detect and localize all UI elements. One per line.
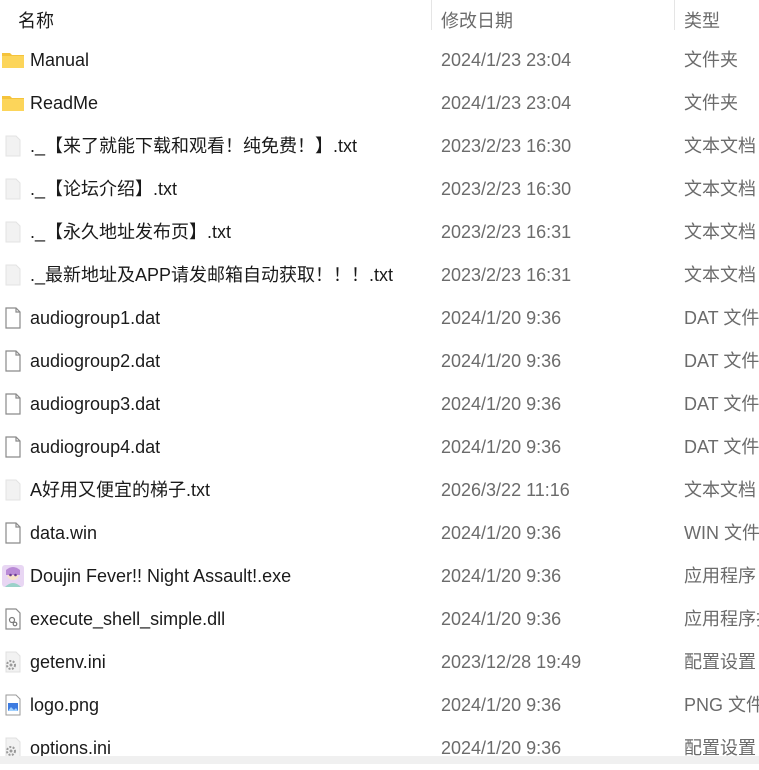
generic-file-icon (1, 307, 25, 329)
file-row[interactable]: data.win 2024/1/20 9:36 WIN 文件 (0, 512, 759, 555)
column-header-name[interactable]: 名称 (18, 0, 54, 31)
file-date-modified: 2024/1/20 9:36 (441, 308, 562, 328)
text-file-icon (1, 221, 25, 243)
file-name: data.win (30, 523, 98, 543)
file-type: 文件夹 (684, 50, 738, 70)
text-file-icon (1, 479, 25, 501)
file-row[interactable]: audiogroup2.dat 2024/1/20 9:36 DAT 文件 (0, 340, 759, 383)
file-type: DAT 文件 (684, 308, 759, 328)
generic-file-icon (1, 522, 25, 544)
image-file-icon (1, 694, 25, 716)
generic-file-icon (1, 393, 25, 415)
file-type: 文本文档 (684, 179, 756, 199)
file-date-modified: 2024/1/20 9:36 (441, 437, 562, 457)
file-date-modified: 2024/1/20 9:36 (441, 394, 562, 414)
file-date-modified: 2024/1/20 9:36 (441, 351, 562, 371)
file-row[interactable]: ._最新地址及APP请发邮箱自动获取！！！.txt 2023/2/23 16:31… (0, 254, 759, 297)
file-name: ._最新地址及APP请发邮箱自动获取！！！.txt (30, 265, 394, 285)
file-type: DAT 文件 (684, 437, 759, 457)
text-file-icon (1, 178, 25, 200)
file-row[interactable]: Manual 2024/1/23 23:04 文件夹 (0, 39, 759, 82)
column-header-date-modified[interactable]: 修改日期 (441, 0, 513, 31)
file-name: execute_shell_simple.dll (30, 609, 226, 629)
file-row[interactable]: ._【来了就能下载和观看！纯免费！】.txt 2023/2/23 16:30 文本文… (0, 125, 759, 168)
file-type: 应用程序 (684, 566, 756, 586)
file-name: ._【永久地址发布页】.txt (30, 222, 232, 242)
generic-file-icon (1, 350, 25, 372)
file-type: 应用程序扩展 (684, 609, 759, 629)
file-date-modified: 2026/3/22 11:16 (441, 480, 570, 500)
file-row[interactable]: ._【永久地址发布页】.txt 2023/2/23 16:31 文本文档 (0, 211, 759, 254)
file-date-modified: 2024/1/23 23:04 (441, 50, 572, 70)
file-date-modified: 2023/12/28 19:49 (441, 652, 582, 672)
file-date-modified: 2023/2/23 16:31 (441, 265, 572, 285)
column-header-bar: 名称 修改日期 类型 (0, 0, 759, 31)
file-name: ReadMe (30, 93, 99, 113)
file-row[interactable]: logo.png 2024/1/20 9:36 PNG 文件 (0, 684, 759, 727)
column-header-type[interactable]: 类型 (684, 0, 720, 31)
text-file-icon (1, 264, 25, 286)
file-type: 文本文档 (684, 136, 756, 156)
file-row[interactable]: getenv.ini 2023/12/28 19:49 配置设置 (0, 641, 759, 684)
file-type: DAT 文件 (684, 351, 759, 371)
column-divider[interactable] (674, 0, 675, 30)
file-row[interactable]: audiogroup3.dat 2024/1/20 9:36 DAT 文件 (0, 383, 759, 426)
file-name: audiogroup3.dat (30, 394, 161, 414)
generic-file-icon (1, 436, 25, 458)
file-date-modified: 2024/1/23 23:04 (441, 93, 572, 113)
file-name: audiogroup2.dat (30, 351, 161, 371)
file-row[interactable]: Doujin Fever!! Night Assault!.exe 2024/1/… (0, 555, 759, 598)
file-name: A好用又便宜的梯子.txt (30, 480, 211, 500)
file-type: DAT 文件 (684, 394, 759, 414)
file-name: Doujin Fever!! Night Assault!.exe (30, 566, 292, 586)
file-type: 文本文档 (684, 222, 756, 242)
file-date-modified: 2023/2/23 16:30 (441, 136, 572, 156)
file-row[interactable]: execute_shell_simple.dll 2024/1/20 9:36 应用… (0, 598, 759, 641)
file-list: Manual 2024/1/23 23:04 文件夹 ReadMe 2024/1/23 … (0, 39, 759, 770)
ini-settings-icon (1, 651, 25, 673)
file-date-modified: 2024/1/20 9:36 (441, 695, 562, 715)
file-row[interactable]: audiogroup1.dat 2024/1/20 9:36 DAT 文件 (0, 297, 759, 340)
file-date-modified: 2024/1/20 9:36 (441, 609, 562, 629)
file-date-modified: 2023/2/23 16:30 (441, 179, 572, 199)
app-exe-icon (1, 565, 25, 587)
file-name: logo.png (30, 695, 100, 715)
file-type: 文本文档 (684, 265, 756, 285)
folder-icon (1, 92, 25, 114)
file-row[interactable]: ReadMe 2024/1/23 23:04 文件夹 (0, 82, 759, 125)
file-name: Manual (30, 50, 90, 70)
file-date-modified: 2023/2/23 16:31 (441, 222, 572, 242)
column-divider[interactable] (431, 0, 432, 30)
file-date-modified: 2024/1/20 9:36 (441, 566, 562, 586)
file-type: 文本文档 (684, 480, 756, 500)
dll-file-icon (1, 608, 25, 630)
file-type: WIN 文件 (684, 523, 759, 543)
file-name: ._【来了就能下载和观看！纯免费！】.txt (30, 136, 358, 156)
text-file-icon (1, 135, 25, 157)
horizontal-scrollbar[interactable] (0, 756, 759, 764)
file-name: getenv.ini (30, 652, 106, 672)
file-row[interactable]: A好用又便宜的梯子.txt 2026/3/22 11:16 文本文档 (0, 469, 759, 512)
file-name: ._【论坛介绍】.txt (30, 179, 178, 199)
file-date-modified: 2024/1/20 9:36 (441, 523, 562, 543)
file-type: 文件夹 (684, 93, 738, 113)
file-row[interactable]: ._【论坛介绍】.txt 2023/2/23 16:30 文本文档 (0, 168, 759, 211)
file-type: 配置设置 (684, 652, 756, 672)
file-row[interactable]: audiogroup4.dat 2024/1/20 9:36 DAT 文件 (0, 426, 759, 469)
file-name: audiogroup1.dat (30, 308, 161, 328)
file-name: audiogroup4.dat (30, 437, 161, 457)
folder-icon (1, 49, 25, 71)
file-type: PNG 文件 (684, 695, 759, 715)
